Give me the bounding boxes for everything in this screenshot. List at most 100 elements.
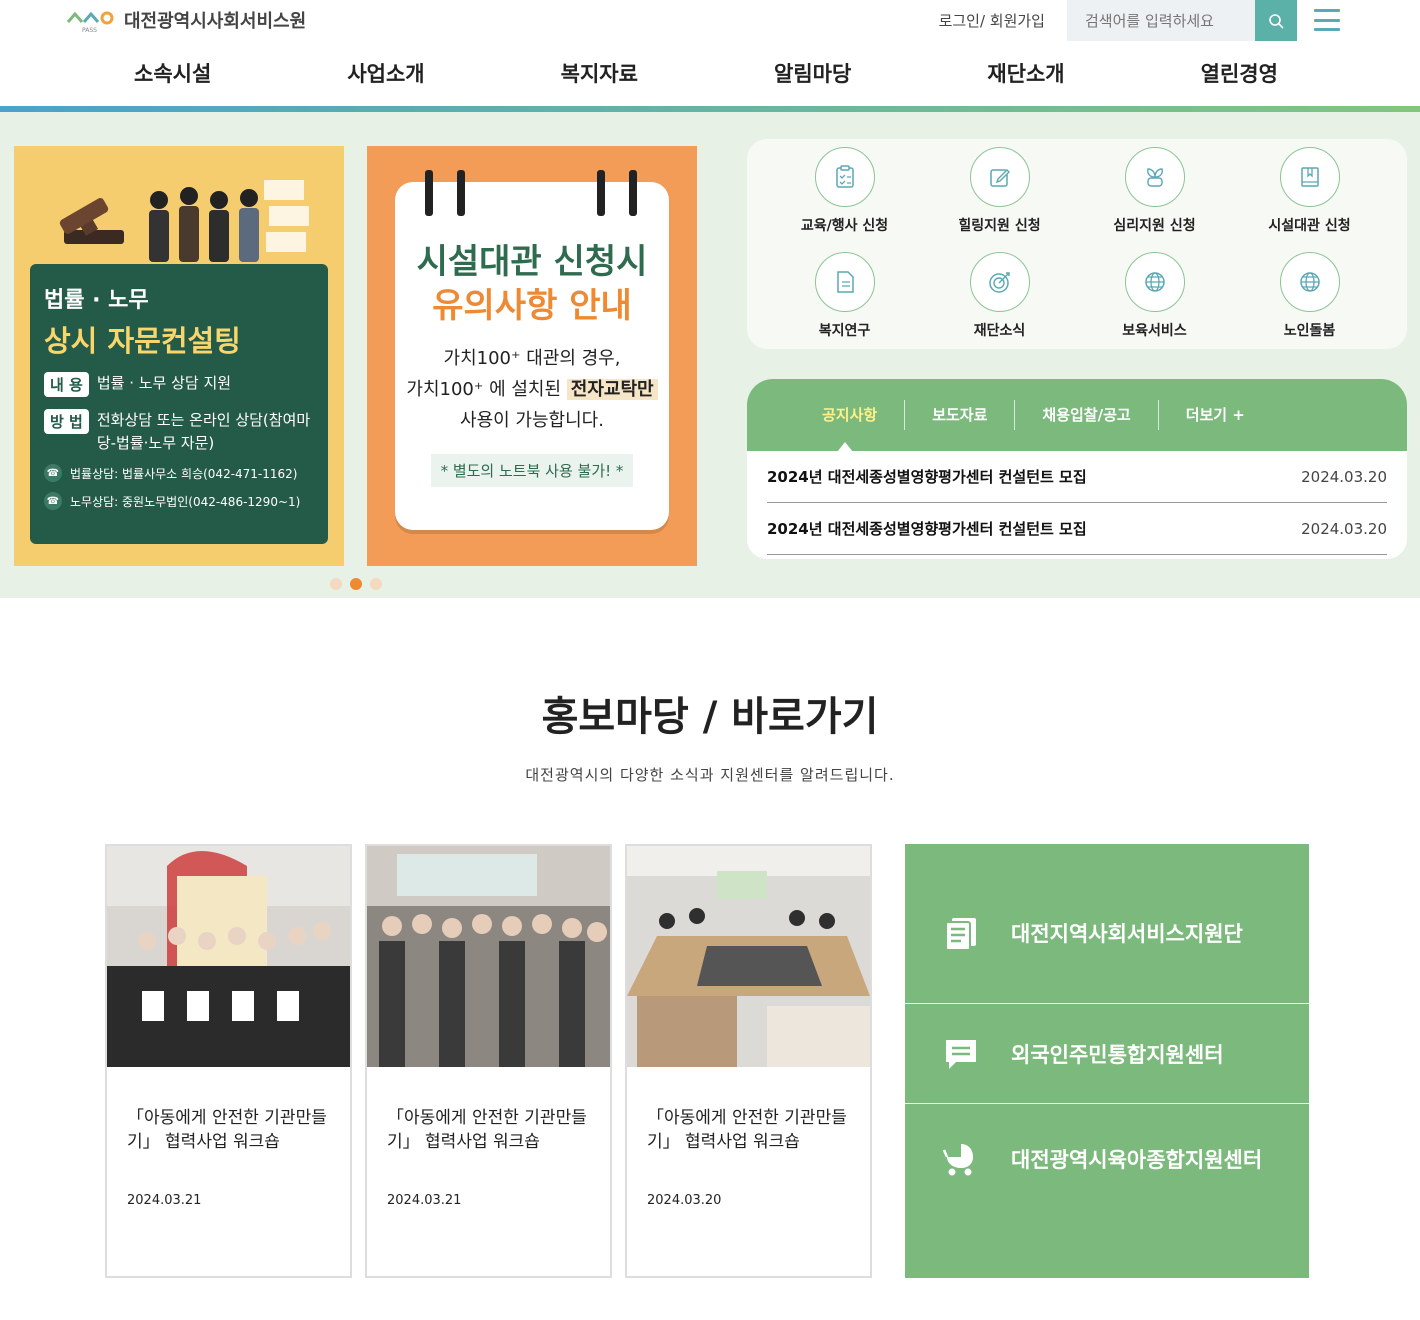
stroller-icon — [943, 1144, 973, 1176]
site-logo[interactable]: PASS 대전광역시사회서비스원 — [66, 6, 306, 34]
nav-item-welfare-data[interactable]: 복지자료 — [493, 58, 706, 88]
banner2-note: * 별도의 노트북 사용 불가! * — [430, 454, 634, 488]
news-card[interactable]: 「아동에게 안전한 기관만들기」 협력사업 워크숍 2024.03.20 — [625, 844, 872, 1278]
search-input[interactable] — [1067, 0, 1255, 41]
tab-recruit[interactable]: 채용입찰/공고 — [1014, 400, 1157, 430]
quick-link-label: 복지연구 — [818, 323, 871, 339]
quick-link-label: 재단소식 — [973, 323, 1026, 339]
news-card[interactable]: 「아동에게 안전한 기관만들기」 협력사업 워크숍 2024.03.21 — [105, 844, 352, 1278]
quick-link-label: 노인돌봄 — [1283, 323, 1336, 339]
quick-link-label: 힐링지원 신청 — [958, 218, 1041, 234]
site-header: PASS 대전광역시사회서비스원 로그인/ 회원가입 소속시설 사업소개 복지자… — [0, 0, 1420, 112]
news-photo — [367, 846, 610, 1067]
edit-icon — [989, 169, 1010, 187]
active-tab-indicator — [837, 442, 853, 452]
quick-link-label: 보육서비스 — [1122, 323, 1187, 339]
phone-icon: ☎ — [44, 492, 62, 510]
content-tag: 내 용 — [44, 372, 89, 397]
nav-item-business[interactable]: 사업소개 — [279, 58, 492, 88]
target-icon — [988, 272, 1010, 293]
quick-link-elderly-care[interactable]: 노인돌봄 — [1232, 252, 1387, 340]
board-row-title: 2024년 대전세종성별영향평가센터 컨설턴트 모집 — [767, 468, 1087, 486]
nav-item-notice[interactable]: 알림마당 — [706, 58, 919, 88]
slider-dot-active[interactable] — [350, 578, 362, 590]
rental-notice-card: 시설대관 신청시 유의사항 안내 가치100⁺ 대관의 경우, 가치100⁺ 에… — [395, 182, 669, 530]
globe-icon — [1299, 272, 1320, 292]
board-row[interactable]: 2024년 대전세종성별영향평가센터 컨설턴트 모집 2024.03.20 — [767, 451, 1387, 503]
globe-icon — [1144, 272, 1165, 292]
hamburger-menu-icon[interactable] — [1314, 9, 1340, 31]
search-icon — [1269, 13, 1284, 29]
logo-mark-icon: PASS — [66, 6, 116, 34]
banner2-line1: 가치100⁺ 대관의 경우, — [443, 348, 621, 370]
legal-phone-row: ☎ 법률상담: 법률사무소 희승(042-471-1162) — [44, 464, 314, 482]
quick-link-research[interactable]: 복지연구 — [767, 252, 922, 340]
banner1-content-row: 내 용 법률 · 노무 상담 지원 — [44, 372, 314, 397]
news-card-date: 2024.03.21 — [387, 1192, 462, 1208]
quick-link-label: 심리지원 신청 — [1113, 218, 1196, 234]
shortcut-social-service-support[interactable]: 대전지역사회서비스지원단 — [905, 844, 1309, 1004]
quick-link-childcare[interactable]: 보육서비스 — [1077, 252, 1232, 340]
slider-dot[interactable] — [330, 578, 342, 590]
quick-link-education[interactable]: 교육/행사 신청 — [767, 147, 922, 235]
quick-link-psychology[interactable]: 심리지원 신청 — [1077, 147, 1232, 235]
banner2-title2: 유의사항 안내 — [432, 286, 632, 327]
content-text: 법률 · 노무 상담 지원 — [96, 374, 232, 392]
document-icon — [836, 271, 854, 293]
board-row-date: 2024.03.20 — [1301, 467, 1387, 486]
quick-link-label: 시설대관 신청 — [1268, 218, 1351, 234]
tab-notice[interactable]: 공지사항 — [795, 400, 904, 430]
shortcut-links-panel: 대전지역사회서비스지원단 외국인주민통합지원센터 대전광역시육아종합지원센터 — [905, 844, 1309, 1278]
quick-links-panel: 교육/행사 신청 힐링지원 신청 심리지원 신청 시설대관 신청 복지연구 재단… — [747, 139, 1407, 349]
shortcut-label: 대전광역시육아종합지원센터 — [1011, 1148, 1263, 1172]
banner1-method-row: 방 법 전화상담 또는 온라인 상담(참여마당-법률·노무 자문) — [44, 409, 314, 454]
banner2-title1: 시설대관 신청시 — [416, 242, 648, 282]
search-button[interactable] — [1255, 0, 1297, 41]
legal-illustration-icon — [59, 180, 309, 262]
login-join-link[interactable]: 로그인/ 회원가입 — [939, 10, 1045, 31]
news-card-title: 「아동에게 안전한 기관만들기」 협력사업 워크숍 — [387, 1108, 587, 1152]
shortcut-label: 외국인주민통합지원센터 — [1011, 1042, 1224, 1067]
nav-item-open-management[interactable]: 열린경영 — [1133, 58, 1346, 88]
shortcut-childcare-center[interactable]: 대전광역시육아종합지원센터 — [905, 1104, 1309, 1214]
nav-item-facilities[interactable]: 소속시설 — [66, 58, 279, 88]
slider-dot[interactable] — [370, 578, 382, 590]
hero-section: 법률 · 노무 상시 자문컨설팅 내 용 법률 · 노무 상담 지원 방 법 전… — [0, 112, 1420, 598]
banner2-line2: 가치100⁺ 에 설치된 전자교탁만 — [395, 375, 669, 406]
news-photo — [627, 846, 870, 1067]
quick-link-rental[interactable]: 시설대관 신청 — [1232, 147, 1387, 235]
sprout-icon — [1146, 168, 1163, 187]
labor-phone-row: ☎ 노무상담: 중원노무법인(042-486-1290~1) — [44, 492, 314, 510]
banner2-line2a: 가치100⁺ 에 설치된 — [406, 378, 562, 400]
section-title: 홍보마당 / 바로가기 — [541, 694, 879, 740]
news-card-title: 「아동에게 안전한 기관만들기」 협력사업 워크숍 — [647, 1108, 847, 1152]
method-tag: 방 법 — [44, 409, 89, 434]
logo-sub-text: PASS — [82, 27, 97, 34]
news-card-date: 2024.03.20 — [647, 1192, 722, 1208]
news-card[interactable]: 「아동에게 안전한 기관만들기」 협력사업 워크숍 2024.03.21 — [365, 844, 612, 1278]
legal-info-card: 법률 · 노무 상시 자문컨설팅 내 용 법률 · 노무 상담 지원 방 법 전… — [30, 264, 328, 544]
board-row[interactable]: 2024년 대전세종성별영향평가센터 컨설턴트 모집 2024.03.20 — [767, 503, 1387, 555]
banner2-line3: 사용이 가능합니다. — [460, 409, 604, 431]
book-icon — [1300, 167, 1319, 187]
binder-rings-icon — [425, 170, 637, 216]
list-icon — [945, 917, 976, 950]
shortcut-label: 대전지역사회서비스지원단 — [1011, 921, 1243, 946]
legal-phone-text: 법률상담: 법률사무소 희승(042-471-1162) — [70, 466, 298, 481]
banner-rental-notice[interactable]: 시설대관 신청시 유의사항 안내 가치100⁺ 대관의 경우, 가치100⁺ 에… — [367, 146, 697, 566]
section-description: 대전광역시의 다양한 소식과 지원센터를 알려드립니다. — [525, 766, 895, 784]
banner-legal-consulting[interactable]: 법률 · 노무 상시 자문컨설팅 내 용 법률 · 노무 상담 지원 방 법 전… — [14, 146, 344, 566]
message-icon — [946, 1039, 976, 1069]
phone-icon: ☎ — [44, 464, 62, 482]
labor-phone-text: 노무상담: 중원노무법인(042-486-1290~1) — [70, 494, 301, 509]
shortcut-foreigner-center[interactable]: 외국인주민통합지원센터 — [905, 1004, 1309, 1104]
quick-link-news[interactable]: 재단소식 — [922, 252, 1077, 340]
tab-more[interactable]: 더보기 + — [1157, 400, 1272, 430]
banner1-title1: 법률 · 노무 — [44, 288, 149, 313]
slider-pagination — [330, 578, 382, 590]
nav-item-about[interactable]: 재단소개 — [919, 58, 1132, 88]
board-row-date: 2024.03.20 — [1301, 519, 1387, 538]
news-photo — [107, 846, 350, 1067]
tab-press[interactable]: 보도자료 — [904, 400, 1014, 430]
quick-link-healing[interactable]: 힐링지원 신청 — [922, 147, 1077, 235]
